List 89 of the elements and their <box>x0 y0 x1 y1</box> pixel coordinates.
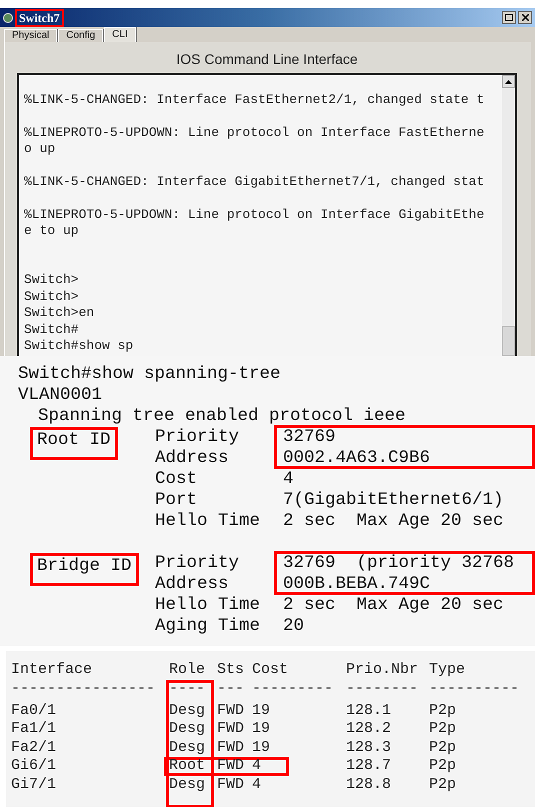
terminal-line: Switch# <box>24 322 80 338</box>
maximize-icon <box>505 14 513 21</box>
table-cell-text: 128.7 <box>346 757 392 776</box>
command-line: Switch#show spanning-tree <box>18 364 282 385</box>
terminal-line: %LINEPROTO-5-UPDOWN: Line protocol on Interface FastEtherne <box>24 124 486 142</box>
table-cell-text: FWD <box>217 757 246 776</box>
field-value: 4 <box>283 469 295 490</box>
table-cell-text: Desg <box>169 738 206 757</box>
close-button[interactable] <box>518 11 532 24</box>
field-name: Priority <box>155 553 240 574</box>
tab[interactable]: Config <box>58 29 104 42</box>
window-title: Switch7 <box>15 8 64 26</box>
field-value: 20 <box>283 616 306 637</box>
column-header: Type <box>429 661 466 680</box>
field-value: 000B.BEBA.749C <box>283 574 432 595</box>
tab[interactable]: Physical <box>4 29 58 42</box>
table-cell-text: 128.8 <box>346 776 392 794</box>
header-rule: --- <box>217 680 246 698</box>
tab[interactable]: CLI <box>104 27 136 42</box>
terminal-line: o up <box>24 141 56 158</box>
header-rule: ---------- <box>429 680 520 698</box>
table-cell-text: FWD <box>217 776 246 794</box>
column-header: Sts <box>217 661 246 680</box>
field-value: 0002.4A63.C9B6 <box>283 448 432 469</box>
table-cell-text: Desg <box>169 702 206 720</box>
table-cell-text: 19 <box>252 702 272 720</box>
close-icon <box>522 14 528 21</box>
table-cell-text: P2p <box>429 720 458 738</box>
vlan-name: VLAN0001 <box>18 385 104 406</box>
maximize-button[interactable] <box>502 11 516 24</box>
scrollbar[interactable] <box>502 75 515 356</box>
app-icon <box>3 12 13 22</box>
table-cell-text: Desg <box>169 776 206 794</box>
table-cell-text: P2p <box>429 776 458 794</box>
field-value: 2 sec Max Age 20 sec <box>283 595 505 616</box>
field-name: Hello Time <box>155 595 262 616</box>
terminal-line: Switch#show sp <box>24 338 134 354</box>
table-cell-text: 128.1 <box>346 702 392 720</box>
field-name: Address <box>155 448 230 469</box>
field-value: 32769 <box>283 427 337 448</box>
field-name: Cost <box>155 469 198 490</box>
terminal-line: Switch> <box>24 288 80 306</box>
table-cell-text: 128.2 <box>346 720 392 738</box>
table-cell-text: FWD <box>217 720 246 738</box>
table-cell-text: 4 <box>252 757 262 776</box>
table-cell-text: Fa1/1 <box>11 720 58 738</box>
field-name: Aging Time <box>155 616 262 637</box>
column-header: Role <box>169 661 206 680</box>
column-header: Interface <box>11 661 94 680</box>
column-header: Cost <box>252 661 290 680</box>
table-cell-text: Gi7/1 <box>11 776 58 794</box>
table-cell-text: Fa2/1 <box>11 738 58 757</box>
table-cell-text: 128.3 <box>346 738 392 757</box>
table-cell-text: 4 <box>252 776 262 794</box>
table-cell-text: 19 <box>252 720 272 738</box>
section-label: Root ID <box>30 427 118 460</box>
field-name: Hello Time <box>155 511 262 532</box>
header-rule: -------- <box>346 680 420 698</box>
terminal-line: Switch> <box>24 272 80 289</box>
table-cell-text: 19 <box>252 738 272 757</box>
terminal-line: %LINEPROTO-5-UPDOWN: Line protocol on Interface GigabitEthe <box>24 206 486 224</box>
field-value: 7(GigabitEthernet6/1) <box>283 490 505 511</box>
section-label: Bridge ID <box>30 553 139 586</box>
field-name: Port <box>155 490 198 511</box>
table-cell-text: P2p <box>429 757 458 776</box>
scrollbar-thumb[interactable] <box>502 326 515 356</box>
status-line: Spanning tree enabled protocol ieee <box>37 406 407 427</box>
table-cell-text: P2p <box>429 702 458 720</box>
header-rule: ---- <box>169 680 206 698</box>
scroll-up-icon <box>505 80 512 84</box>
terminal-line: e to up <box>24 223 80 240</box>
terminal-line: Switch>en <box>24 305 96 322</box>
table-cell-text: Desg <box>169 720 206 738</box>
field-value: 2 sec Max Age 20 sec <box>283 511 505 532</box>
header-rule: --------- <box>252 680 334 698</box>
field-name: Address <box>155 574 230 595</box>
column-header: Prio.Nbr <box>346 661 420 680</box>
terminal-line: %LINK-5-CHANGED: Interface GigabitEthernet7/1, changed stat <box>24 174 486 190</box>
terminal-line: %LINK-5-CHANGED: Interface FastEthernet2/1, changed state t <box>24 92 486 108</box>
table-cell-text: Fa0/1 <box>11 702 58 720</box>
table-cell-text: FWD <box>217 702 246 720</box>
table-cell-text: Gi6/1 <box>11 757 58 776</box>
header-rule: ---------------- <box>11 680 156 698</box>
field-name: Priority <box>155 427 240 448</box>
field-value: 32769 (priority 32768 <box>283 553 516 574</box>
panel-heading: IOS Command Line Interface <box>175 50 359 68</box>
table-cell-text: Root <box>169 757 206 776</box>
table-cell-text: P2p <box>429 738 458 757</box>
table-cell-text: FWD <box>217 738 246 757</box>
